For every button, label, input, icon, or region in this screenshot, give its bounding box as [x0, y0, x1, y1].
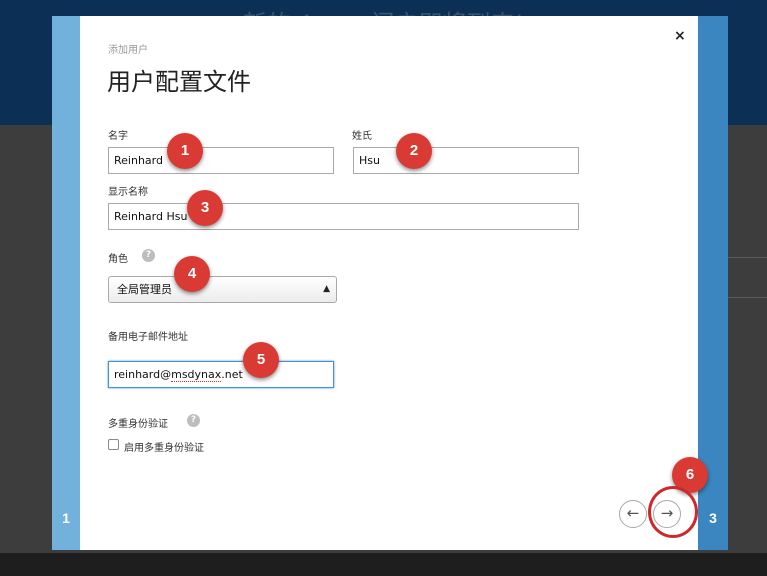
enable-mfa-label[interactable]: 启用多重身份验证 — [124, 439, 204, 454]
annotation-marker-4: 4 — [174, 256, 210, 292]
select-arrows-icon: ▲ — [323, 284, 330, 294]
highlight-ring — [648, 486, 698, 538]
last-name-label: 姓氏 — [352, 131, 372, 142]
mfa-label: 多重身份验证 — [108, 419, 168, 430]
step-number-left: 1 — [62, 510, 70, 526]
arrow-left-icon: ← — [626, 504, 640, 522]
mfa-help-icon[interactable]: ? — [187, 414, 200, 427]
email-prefix: reinhard@ — [114, 368, 172, 381]
step-number-right: 3 — [709, 510, 717, 526]
wizard-step-previous[interactable]: 1 — [52, 16, 80, 550]
role-label: 角色 — [108, 254, 128, 265]
enable-mfa-checkbox[interactable] — [108, 439, 119, 450]
annotation-marker-1: 1 — [167, 133, 203, 169]
role-help-icon[interactable]: ? — [142, 249, 155, 262]
display-name-label: 显示名称 — [108, 187, 148, 198]
role-select[interactable]: 全局管理员 ▲ — [108, 276, 337, 303]
add-user-dialog: × 添加用户 用户配置文件 名字 Reinhard 姓氏 Hsu 显示名称 Re… — [80, 16, 698, 550]
first-name-input[interactable]: Reinhard — [108, 147, 334, 174]
email-suffix: .net — [221, 368, 243, 381]
annotation-marker-5: 5 — [243, 342, 279, 378]
annotation-marker-2: 2 — [396, 133, 432, 169]
annotation-marker-3: 3 — [187, 190, 223, 226]
display-name-input[interactable]: Reinhard Hsu — [108, 203, 579, 230]
close-icon[interactable]: × — [674, 28, 686, 44]
previous-button[interactable]: ← — [619, 500, 647, 528]
last-name-input[interactable]: Hsu — [353, 147, 579, 174]
background-divider — [726, 257, 767, 258]
role-selected-value: 全局管理员 — [117, 283, 172, 296]
page-title: 用户配置文件 — [107, 68, 251, 96]
background-divider — [726, 297, 767, 298]
alternate-email-input[interactable]: reinhard@msdynax.net — [108, 361, 334, 388]
background-footer — [0, 553, 767, 576]
breadcrumb: 添加用户 — [108, 45, 148, 56]
email-spellcheck-word: msdynax — [171, 368, 222, 382]
alternate-email-label: 备用电子邮件地址 — [108, 332, 188, 343]
first-name-label: 名字 — [108, 131, 128, 142]
